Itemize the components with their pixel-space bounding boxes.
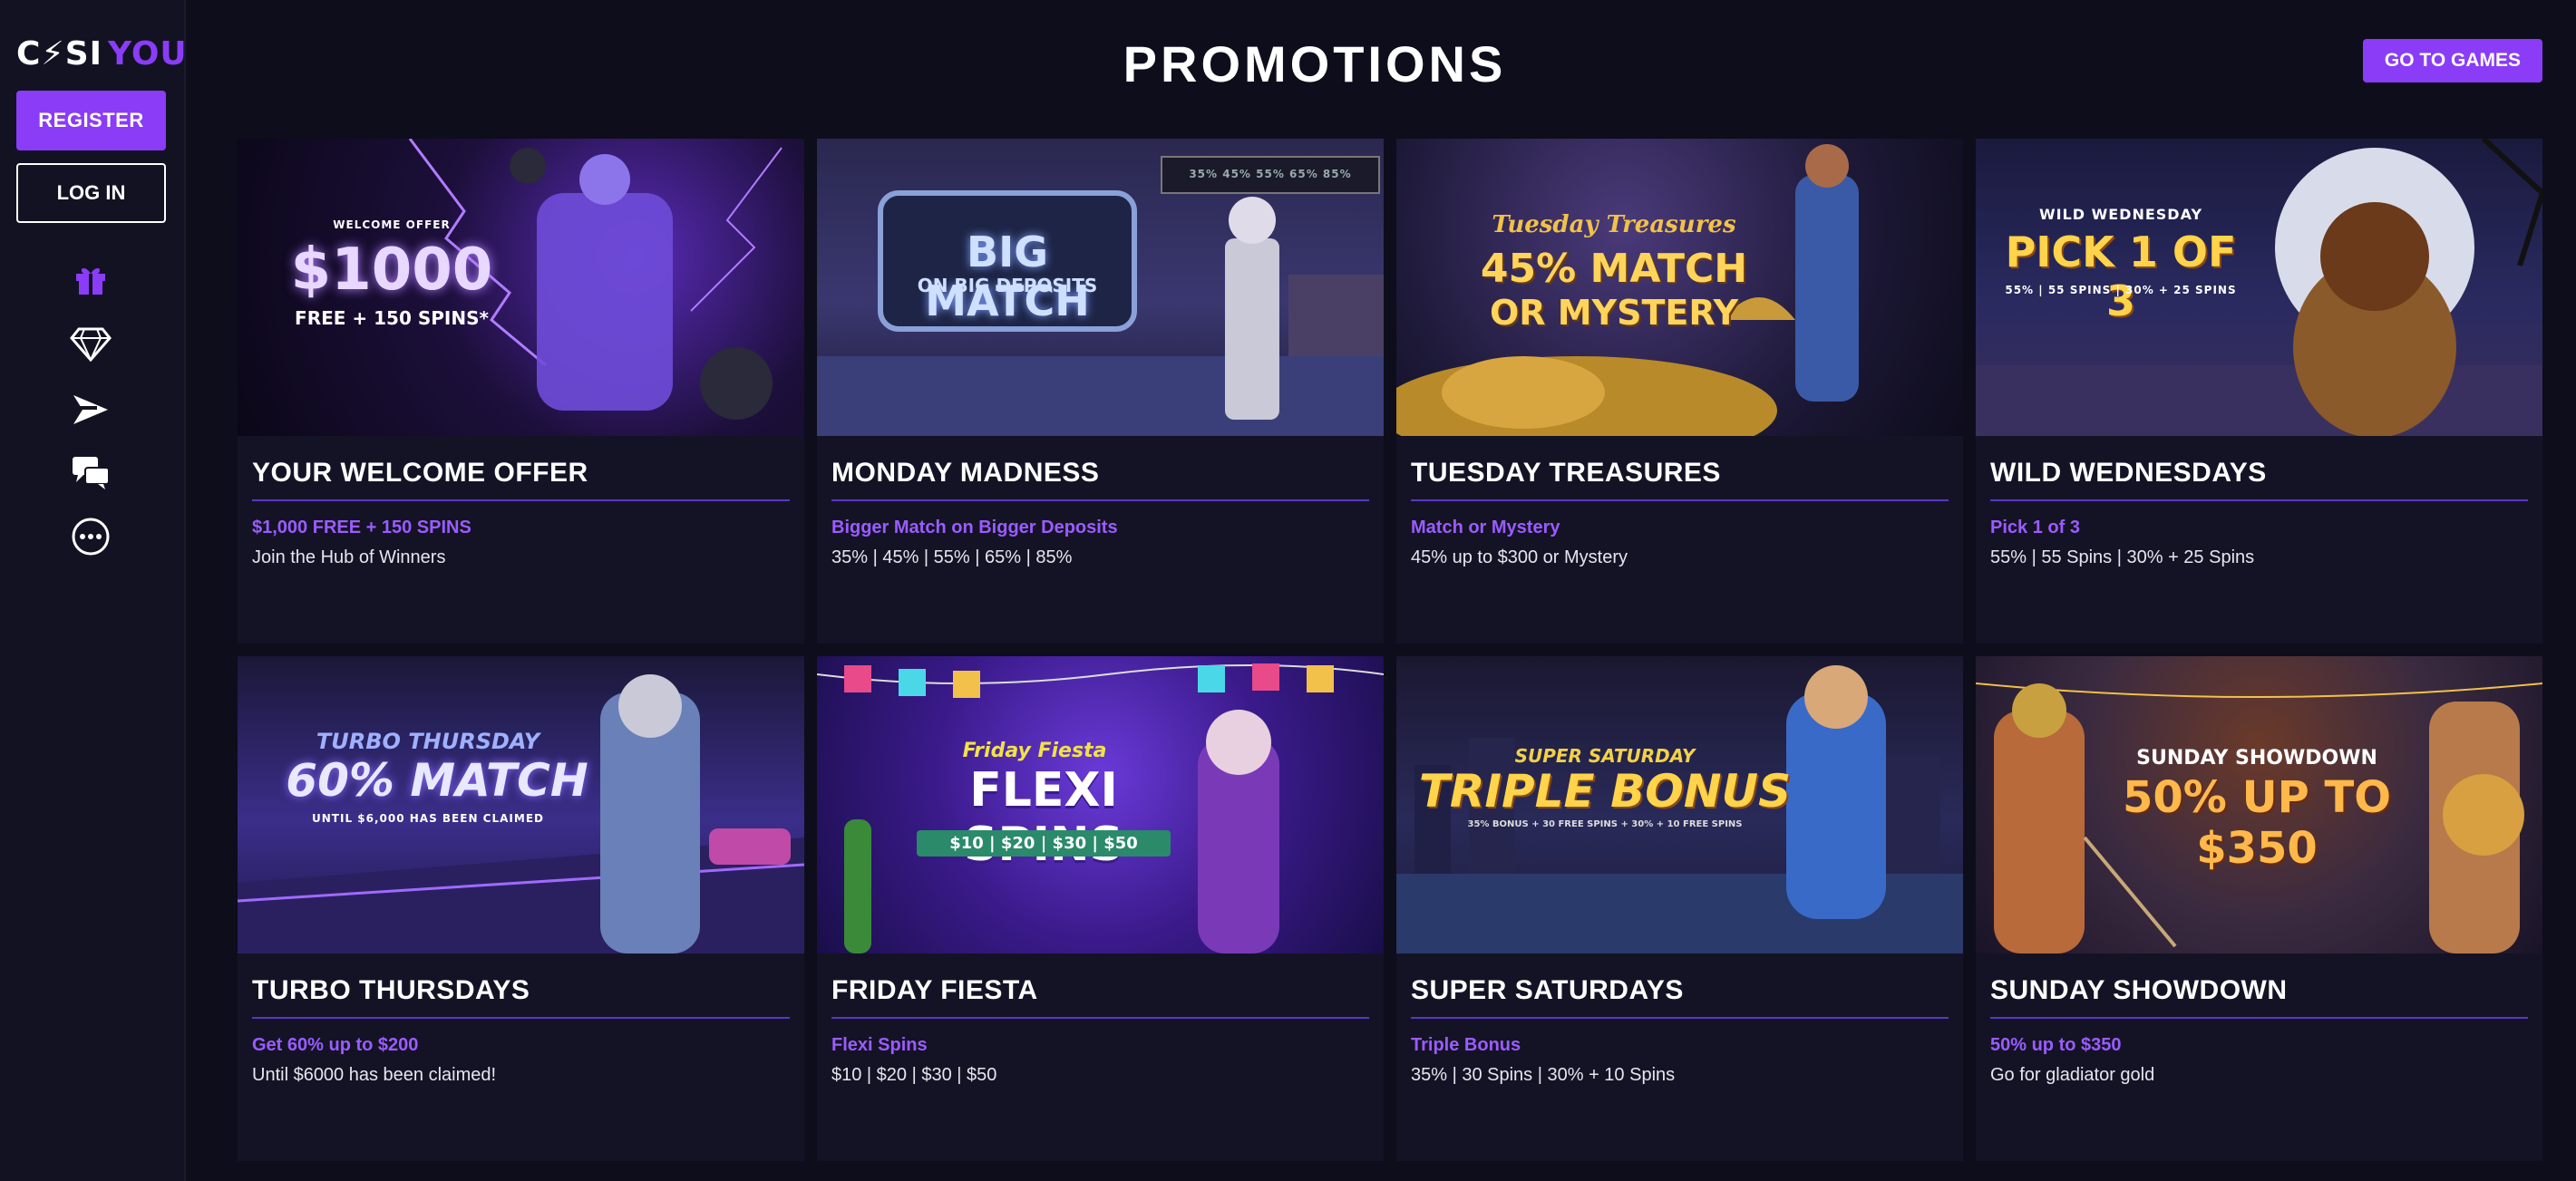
promo-description: 35% | 30 Spins | 30% + 10 Spins xyxy=(1411,1065,1676,1085)
page-title: PROMOTIONS xyxy=(1123,35,1507,92)
promo-card-sunday[interactable]: SUNDAY SHOWDOWN 50% UP TO $350 SUNDAY SH… xyxy=(1976,656,2542,1161)
promo-subtitle: Match or Mystery xyxy=(1411,518,1560,537)
promo-subtitle: 50% up to $350 xyxy=(1990,1035,2122,1055)
promo-banner-wednesday: WILD WEDNESDAY PICK 1 OF 3 55% | 55 SPIN… xyxy=(1976,139,2542,436)
promo-banner-tuesday: Tuesday Treasures 45% MATCH OR MYSTERY xyxy=(1396,139,1963,436)
promo-title: WILD WEDNESDAYS xyxy=(1990,458,2528,501)
banner-saturday-l2: TRIPLE BONUS xyxy=(1418,765,1792,818)
banner-monday-l2: ON BIG DEPOSITS xyxy=(917,275,1098,296)
promo-subtitle: Pick 1 of 3 xyxy=(1990,518,2080,537)
promo-description: Until $6000 has been claimed! xyxy=(252,1065,497,1085)
promo-banner-sunday: SUNDAY SHOWDOWN 50% UP TO $350 xyxy=(1976,656,2542,954)
promo-title: FRIDAY FIESTA xyxy=(831,975,1369,1019)
banner-wednesday-l2: PICK 1 OF 3 xyxy=(2005,227,2237,325)
promo-subtitle: $1,000 FREE + 150 SPINS xyxy=(252,518,471,537)
banner-tuesday-l3: OR MYSTERY xyxy=(1489,293,1739,333)
promo-subtitle: Bigger Match on Bigger Deposits xyxy=(831,518,1118,537)
promotions-grid: WELCOME OFFER $1000 FREE + 150 SPINS* YO… xyxy=(238,139,2542,1161)
promo-description: Go for gladiator gold xyxy=(1990,1065,2155,1085)
promo-card-welcome[interactable]: WELCOME OFFER $1000 FREE + 150 SPINS* YO… xyxy=(238,139,804,644)
promo-banner-friday: Friday Fiesta FLEXI SPINS $10 | $20 | $3… xyxy=(817,656,1384,954)
go-to-games-button[interactable]: GO TO GAMES xyxy=(2363,39,2542,82)
banner-thursday-l3: UNTIL $6,000 HAS BEEN CLAIMED xyxy=(312,812,544,825)
promo-card-tuesday[interactable]: Tuesday Treasures 45% MATCH OR MYSTERY T… xyxy=(1396,139,1963,644)
banner-friday-l1: Friday Fiesta xyxy=(962,740,1107,762)
logo-text-casi: C⚡SI xyxy=(16,34,103,73)
promo-title: MONDAY MADNESS xyxy=(831,458,1369,501)
banner-tuesday-l1: Tuesday Treasures xyxy=(1492,211,1736,238)
chat-icon[interactable] xyxy=(69,451,112,495)
promo-subtitle: Flexi Spins xyxy=(831,1035,928,1055)
banner-welcome-l1: WELCOME OFFER xyxy=(333,218,451,231)
gift-icon[interactable] xyxy=(69,257,112,301)
promo-title: TURBO THURSDAYS xyxy=(252,975,790,1019)
more-options-icon[interactable] xyxy=(69,515,112,558)
promo-subtitle: Triple Bonus xyxy=(1411,1035,1521,1055)
banner-welcome-l2: $1000 xyxy=(290,237,493,304)
promo-card-friday[interactable]: Friday Fiesta FLEXI SPINS $10 | $20 | $3… xyxy=(817,656,1384,1161)
login-button[interactable]: LOG IN xyxy=(16,163,166,223)
promo-title: SUPER SATURDAYS xyxy=(1411,975,1949,1019)
promo-banner-monday: 35% 45% 55% 65% 85% BIG MATCH ON BIG DEP… xyxy=(817,139,1384,436)
banner-friday-l3: $10 | $20 | $30 | $50 xyxy=(917,830,1171,857)
register-button[interactable]: REGISTER xyxy=(16,91,166,150)
promo-banner-thursday: TURBO THURSDAY 60% MATCH UNTIL $6,000 HA… xyxy=(238,656,804,954)
sidebar: C⚡SI YOU REGISTER LOG IN xyxy=(0,0,188,1181)
banner-saturday-l1: SUPER SATURDAY xyxy=(1514,745,1696,767)
banner-sunday-l1: SUNDAY SHOWDOWN xyxy=(2136,747,2377,770)
promo-card-wednesday[interactable]: WILD WEDNESDAY PICK 1 OF 3 55% | 55 SPIN… xyxy=(1976,139,2542,644)
promo-description: $10 | $20 | $30 | $50 xyxy=(831,1065,997,1085)
diamond-icon[interactable] xyxy=(69,322,112,365)
promo-banner-saturday: SUPER SATURDAY TRIPLE BONUS 35% BONUS + … xyxy=(1396,656,1963,954)
banner-wednesday-l3: 55% | 55 SPINS | 30% + 25 SPINS xyxy=(2005,284,2237,296)
banner-saturday-l3: 35% BONUS + 30 FREE SPINS + 30% + 10 FRE… xyxy=(1467,819,1743,829)
banner-welcome-l3: FREE + 150 SPINS* xyxy=(295,307,489,329)
sports-arrow-icon[interactable] xyxy=(69,388,112,431)
promo-subtitle: Get 60% up to $200 xyxy=(252,1035,419,1055)
promo-card-monday[interactable]: 35% 45% 55% 65% 85% BIG MATCH ON BIG DEP… xyxy=(817,139,1384,644)
banner-wednesday-l1: WILD WEDNESDAY xyxy=(2038,206,2203,223)
promo-description: Join the Hub of Winners xyxy=(252,547,446,567)
promo-title: SUNDAY SHOWDOWN xyxy=(1990,975,2528,1019)
promo-title: YOUR WELCOME OFFER xyxy=(252,458,790,501)
banner-thursday-l1: TURBO THURSDAY xyxy=(316,729,540,754)
logo-text-you: YOU xyxy=(108,34,188,73)
promo-title: TUESDAY TREASURES xyxy=(1411,458,1949,501)
promo-card-thursday[interactable]: TURBO THURSDAY 60% MATCH UNTIL $6,000 HA… xyxy=(238,656,804,1161)
promo-card-saturday[interactable]: SUPER SATURDAY TRIPLE BONUS 35% BONUS + … xyxy=(1396,656,1963,1161)
promo-description: 35% | 45% | 55% | 65% | 85% xyxy=(831,547,1073,567)
banner-sunday-l2: 50% UP TO $350 xyxy=(2122,772,2391,874)
promo-banner-welcome: WELCOME OFFER $1000 FREE + 150 SPINS* xyxy=(238,139,804,436)
banner-thursday-l2: 60% MATCH xyxy=(286,754,588,807)
site-logo[interactable]: C⚡SI YOU xyxy=(16,34,188,73)
banner-monday-l3: 35% 45% 55% 65% 85% xyxy=(1189,168,1352,180)
promo-description: 45% up to $300 or Mystery xyxy=(1411,547,1628,567)
banner-tuesday-l2: 45% MATCH xyxy=(1480,246,1748,292)
promo-description: 55% | 55 Spins | 30% + 25 Spins xyxy=(1990,547,2255,567)
